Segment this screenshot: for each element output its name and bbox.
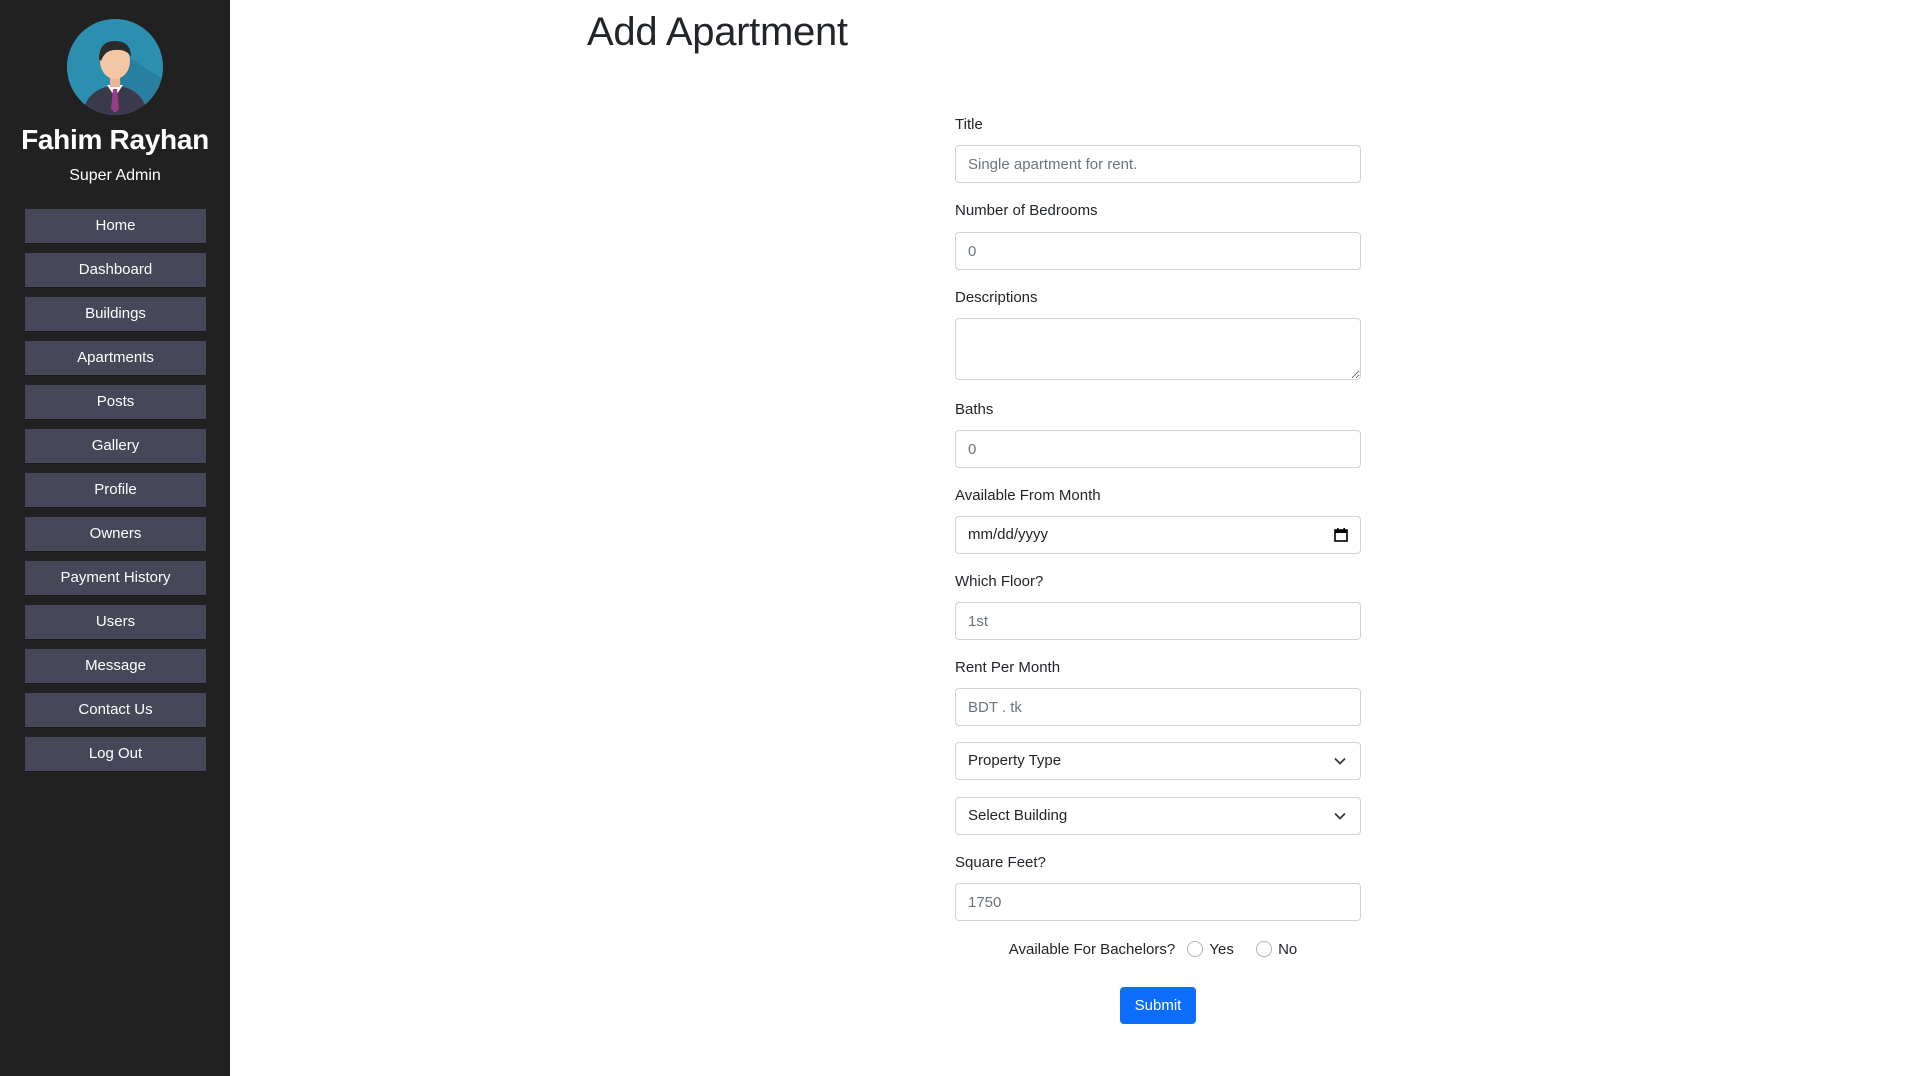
sidebar-item-posts[interactable]: Posts: [25, 385, 206, 419]
floor-input[interactable]: [955, 602, 1361, 640]
building-value: Select Building: [968, 807, 1068, 824]
descriptions-textarea[interactable]: [955, 318, 1361, 380]
available-from-date-input[interactable]: mm/dd/yyyy: [955, 516, 1361, 554]
rent-input[interactable]: [955, 688, 1361, 726]
date-value: mm/dd/yyyy: [968, 526, 1049, 543]
calendar-icon[interactable]: [1334, 528, 1348, 542]
rent-label: Rent Per Month: [955, 659, 1061, 676]
sidebar-item-profile[interactable]: Profile: [25, 473, 206, 507]
sidebar-item-contact-us[interactable]: Contact Us: [25, 693, 206, 727]
chevron-down-icon: [1334, 812, 1346, 820]
title-input[interactable]: [955, 145, 1361, 183]
sidebar: Fahim Rayhan Super Admin Home Dashboard …: [0, 0, 230, 1076]
square-feet-input[interactable]: [955, 883, 1361, 921]
bachelors-yes-radio[interactable]: [1187, 941, 1204, 958]
bedrooms-label: Number of Bedrooms: [955, 202, 1098, 219]
descriptions-label: Descriptions: [955, 289, 1038, 306]
submit-button[interactable]: Submit: [1120, 987, 1196, 1024]
sidebar-item-gallery[interactable]: Gallery: [25, 429, 206, 463]
sidebar-item-buildings[interactable]: Buildings: [25, 297, 206, 331]
property-type-select[interactable]: Property Type: [955, 742, 1361, 780]
bachelors-label: Available For Bachelors?: [1008, 940, 1176, 958]
sidebar-item-payment-history[interactable]: Payment History: [25, 561, 206, 595]
page-title: Add Apartment: [587, 10, 848, 54]
sidebar-item-dashboard[interactable]: Dashboard: [25, 253, 206, 287]
building-select[interactable]: Select Building: [955, 797, 1361, 835]
user-avatar: [67, 19, 163, 115]
baths-input[interactable]: [955, 430, 1361, 468]
user-role: Super Admin: [69, 167, 161, 184]
floor-label: Which Floor?: [955, 573, 1044, 590]
baths-label: Baths: [955, 401, 994, 418]
bachelors-yes-label[interactable]: Yes: [1209, 941, 1233, 958]
sidebar-item-apartments[interactable]: Apartments: [25, 341, 206, 375]
user-name: Fahim Rayhan: [21, 124, 209, 155]
square-feet-label: Square Feet?: [955, 854, 1046, 871]
sidebar-item-log-out[interactable]: Log Out: [25, 737, 206, 771]
available-from-label: Available From Month: [955, 487, 1101, 504]
sidebar-item-owners[interactable]: Owners: [25, 517, 206, 551]
bachelors-no-label[interactable]: No: [1278, 941, 1297, 958]
bachelors-no-radio[interactable]: [1256, 941, 1273, 958]
sidebar-nav: Home Dashboard Buildings Apartments Post…: [25, 209, 206, 781]
sidebar-item-home[interactable]: Home: [25, 209, 206, 243]
bedrooms-input[interactable]: [955, 232, 1361, 270]
title-label: Title: [955, 116, 983, 133]
chevron-down-icon: [1334, 757, 1346, 765]
sidebar-item-message[interactable]: Message: [25, 649, 206, 683]
bachelors-radio-group: Available For Bachelors? Yes No: [955, 940, 1361, 958]
sidebar-item-users[interactable]: Users: [25, 605, 206, 639]
avatar-icon: [67, 19, 163, 115]
property-type-value: Property Type: [968, 752, 1062, 769]
